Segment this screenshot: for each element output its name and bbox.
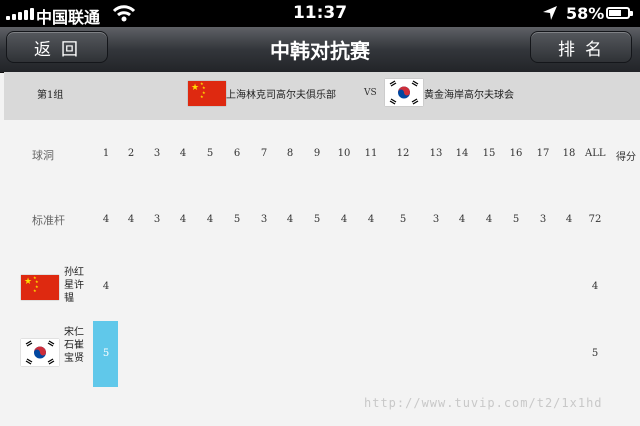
hole-header-cell: 14 [455, 148, 469, 159]
team2-name: 黄金海岸高尔夫球会 [424, 90, 514, 101]
hole-header-cell: 13 [429, 148, 443, 159]
par-cell: 5 [233, 214, 241, 225]
group-label: 第1组 [37, 90, 64, 101]
par-cell: 4 [565, 214, 573, 225]
hole-header-cell: 4 [179, 148, 187, 159]
par-cell: 5 [512, 214, 520, 225]
par-cell: 3 [539, 214, 547, 225]
player1-total: 4 [591, 281, 599, 292]
hole-header-cell: 16 [509, 148, 523, 159]
par-cell: 72 [588, 214, 602, 225]
par-cell: 4 [485, 214, 493, 225]
par-cell: 4 [206, 214, 214, 225]
hole-header-cell: ALL [585, 148, 606, 159]
hole-header-cell: 11 [364, 148, 378, 159]
hole-header-cell: 15 [482, 148, 496, 159]
par-cell: 4 [179, 214, 187, 225]
hole-header-cell: 17 [536, 148, 550, 159]
match-header: 第1组 ★ ★ ★ ★ ★ 上海林克司高尔夫俱乐部 VS 黄金海岸高尔夫球会 [4, 72, 640, 120]
ranking-button[interactable]: 排名 [530, 31, 632, 63]
hole-header-cell: 10 [337, 148, 351, 159]
hole-header-cell: 得分 [616, 152, 636, 163]
player1-hole1-score[interactable]: 4 [96, 281, 116, 292]
status-bar: 中国联通 11:37 58% [0, 0, 640, 27]
hole-header-cell: 18 [562, 148, 576, 159]
player1-name: 孙红星许韫 [64, 267, 84, 304]
par-cell: 4 [458, 214, 466, 225]
china-flag-icon: ★ ★ ★ ★ ★ [21, 275, 59, 300]
player2-hole1-score[interactable]: 5 [96, 348, 116, 359]
hole-header-cell: 6 [233, 148, 241, 159]
china-flag-icon: ★ ★ ★ ★ ★ [188, 81, 226, 106]
vs-label: VS [364, 88, 377, 98]
battery-percent: 58% [566, 4, 605, 23]
korea-flag-icon [21, 339, 59, 366]
team1-name: 上海林克司高尔夫俱乐部 [226, 90, 336, 101]
par-cell: 5 [313, 214, 321, 225]
hole-header-cell: 7 [260, 148, 268, 159]
par-row-label: 标准杆 [32, 214, 65, 227]
par-cell: 4 [127, 214, 135, 225]
hole-row-label: 球洞 [32, 149, 54, 162]
par-cell: 4 [102, 214, 110, 225]
hole-header-cell: 9 [313, 148, 321, 159]
par-cell: 4 [340, 214, 348, 225]
par-cell: 3 [260, 214, 268, 225]
location-arrow-icon [543, 6, 557, 20]
navigation-bar: 返回 中韩对抗赛 排名 [0, 27, 640, 73]
hole-header-cell: 8 [286, 148, 294, 159]
par-cell: 4 [286, 214, 294, 225]
hole-header-cell: 5 [206, 148, 214, 159]
battery-icon [606, 7, 633, 19]
watermark: http://www.tuvip.com/t2/1x1hd [364, 396, 603, 410]
hole-header-cell: 3 [153, 148, 161, 159]
player2-name: 宋仁石崔宝贤 [64, 327, 84, 364]
hole-header-cell: 2 [127, 148, 135, 159]
par-cell: 5 [399, 214, 407, 225]
hole-header-cell: 12 [396, 148, 410, 159]
par-cell: 3 [153, 214, 161, 225]
korea-flag-icon [385, 79, 423, 106]
par-cell: 4 [367, 214, 375, 225]
player2-total: 5 [591, 348, 599, 359]
par-cell: 3 [432, 214, 440, 225]
hole-header-cell: 1 [102, 148, 110, 159]
